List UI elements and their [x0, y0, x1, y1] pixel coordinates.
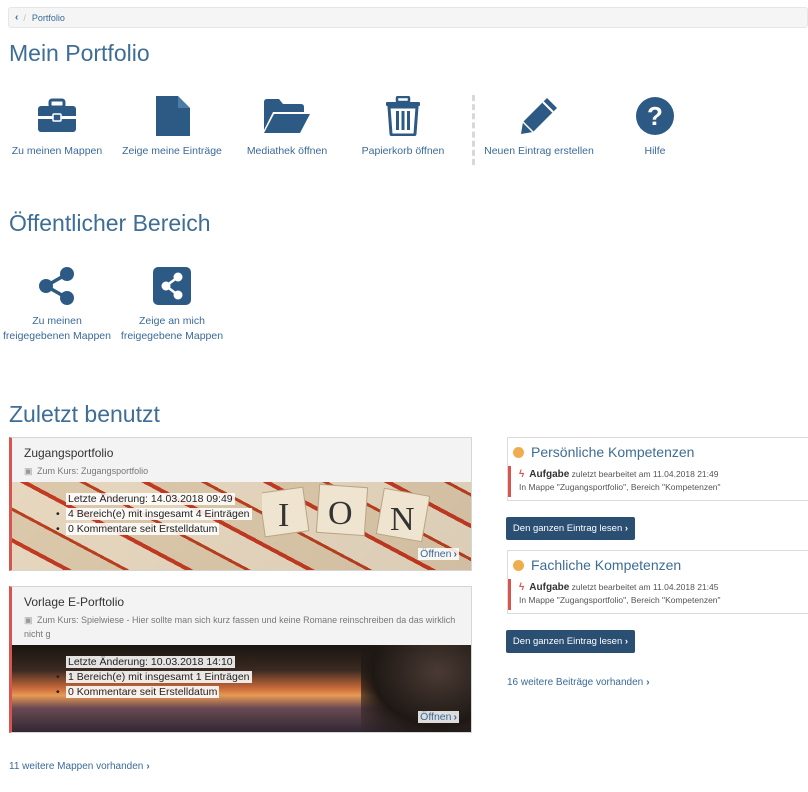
tool-media-library[interactable]: Mediathek öffnen: [232, 96, 342, 159]
folder-stat: •Letzte Änderung: 10.03.2018 14:10: [66, 656, 235, 668]
share-icon: [39, 267, 74, 305]
tool-label: Neuen Eintrag erstellen: [484, 145, 594, 157]
svg-text:?: ?: [647, 101, 663, 131]
public-heading: Öffentlicher Bereich: [9, 210, 211, 236]
briefcase-icon: [38, 98, 76, 132]
tool-trash[interactable]: Papierkorb öffnen: [348, 96, 458, 159]
tool-label: Zu meinen Mappen: [11, 145, 103, 157]
more-entries-link[interactable]: 16 weitere Beiträge vorhanden ›: [507, 677, 650, 688]
folder-card[interactable]: Zugangsportfolio ▣ Zum Kurs: Zugangsport…: [9, 437, 472, 571]
entry-title[interactable]: Fachliche Kompetenzen: [531, 557, 681, 573]
entry-type: Aufgabe: [529, 582, 570, 593]
folder-course: ▣ Zum Kurs: Zugangsportfolio: [24, 464, 459, 478]
tool-label: Zeige meine Einträge: [122, 145, 222, 157]
status-dot-icon: [513, 446, 524, 458]
svg-text:O: O: [328, 495, 353, 532]
entry-edited: zuletzt bearbeitet am 11.04.2018 21:49: [571, 469, 719, 479]
chevron-right-icon: ›: [624, 636, 629, 647]
tool-help[interactable]: ? Hilfe: [600, 96, 710, 159]
entry-location: In Mappe "Zugangsportfolio", Bereich "Ko…: [519, 595, 721, 605]
folder-stat: • 0 Kommentare seit Erstelldatum: [56, 523, 220, 535]
entry-card: Persönliche Kompetenzen ϟ Aufgabe zuletzt…: [507, 437, 808, 501]
cube-icon: ▣: [24, 615, 33, 625]
tool-shared-with-me[interactable]: Zeige an mich freigegebene Mappen: [117, 266, 227, 344]
back-chevron-icon[interactable]: ‹: [15, 12, 18, 23]
folder-stat: • 4 Bereich(e) mit insgesamt 4 Einträgen: [56, 508, 252, 520]
share-square-icon: [153, 267, 191, 305]
status-dot-icon: [513, 559, 524, 571]
folder-card[interactable]: Vorlage E-Porftolio ▣ Zum Kurs: Spielwie…: [9, 586, 472, 733]
folder-stat: • 1 Bereich(e) mit insgesamt 1 Einträgen: [56, 671, 252, 683]
folder-title[interactable]: Vorlage E-Porftolio: [24, 595, 459, 609]
help-icon: ?: [636, 97, 674, 135]
cube-icon: ▣: [24, 466, 33, 476]
tool-label: Mediathek öffnen: [246, 145, 328, 157]
portfolio-heading: Mein Portfolio: [9, 40, 150, 66]
tool-label: Hilfe: [644, 145, 666, 157]
tool-label: Zu meinen freigegebenen Mappen: [2, 315, 111, 342]
folder-title[interactable]: Zugangsportfolio: [24, 446, 459, 460]
pencil-icon: [521, 98, 557, 134]
entry-type: Aufgabe: [529, 469, 570, 480]
entry-location: In Mappe "Zugangsportfolio", Bereich "Ko…: [519, 482, 721, 492]
read-entry-button[interactable]: Den ganzen Eintrag lesen ›: [506, 630, 635, 653]
tool-my-shared-folders[interactable]: Zu meinen freigegebenen Mappen: [2, 266, 112, 344]
folder-open-icon: [264, 99, 310, 133]
folder-course: ▣ Zum Kurs: Spielwiese - Hier sollte man…: [24, 613, 459, 641]
document-icon: [156, 96, 190, 136]
entry-card: Fachliche Kompetenzen ϟ Aufgabe zuletzt b…: [507, 550, 808, 614]
bolt-icon: ϟ: [519, 582, 525, 593]
recent-heading: Zuletzt benutzt: [9, 401, 160, 427]
chevron-right-icon: ›: [624, 523, 629, 534]
chevron-right-icon: ›: [453, 711, 458, 723]
trash-icon: [386, 96, 420, 136]
toolbar-divider: [472, 95, 475, 165]
open-folder-link[interactable]: Öffnen ›: [418, 548, 459, 560]
entry-title[interactable]: Persönliche Kompetenzen: [531, 444, 694, 460]
folder-course-text: Zum Kurs: Zugangsportfolio: [37, 466, 149, 476]
tool-new-entry[interactable]: Neuen Eintrag erstellen: [484, 96, 594, 159]
folder-image: •Letzte Änderung: 10.03.2018 14:10 •1 Be…: [12, 645, 471, 732]
chevron-right-icon: ›: [146, 761, 150, 772]
folder-course-text: Zum Kurs: Spielwiese - Hier sollte man s…: [24, 615, 456, 639]
breadcrumb: ‹ / Portfolio: [8, 7, 808, 28]
open-folder-link[interactable]: Öffnen ›: [418, 711, 459, 723]
breadcrumb-separator: /: [23, 12, 26, 23]
breadcrumb-current[interactable]: Portfolio: [32, 13, 65, 23]
tool-my-folders[interactable]: Zu meinen Mappen: [2, 96, 112, 159]
bolt-icon: ϟ: [519, 469, 525, 480]
tool-label: Papierkorb öffnen: [361, 145, 445, 157]
entry-edited: zuletzt bearbeitet am 11.04.2018 21:45: [571, 582, 719, 592]
tool-label: Zeige an mich freigegebene Mappen: [120, 315, 224, 342]
entry-body: ϟ Aufgabe zuletzt bearbeitet am 11.04.201…: [508, 466, 808, 497]
read-entry-button[interactable]: Den ganzen Eintrag lesen ›: [506, 517, 635, 540]
folder-image: I O N •Letzte Änderung: 14.03.2018 09:49…: [12, 482, 471, 570]
folder-stats: •Letzte Änderung: 14.03.2018 09:49 •4 Be…: [56, 492, 252, 537]
svg-text:I: I: [278, 497, 289, 534]
tool-my-entries[interactable]: Zeige meine Einträge: [117, 96, 227, 159]
folder-stat: •Letzte Änderung: 14.03.2018 09:49: [66, 493, 235, 505]
folder-stat: • 0 Kommentare seit Erstelldatum: [56, 686, 220, 698]
svg-text:N: N: [390, 501, 415, 538]
chevron-right-icon: ›: [646, 677, 650, 688]
chevron-right-icon: ›: [453, 548, 458, 560]
folder-stats: •Letzte Änderung: 10.03.2018 14:10 •1 Be…: [56, 655, 252, 700]
more-folders-link[interactable]: 11 weitere Mappen vorhanden ›: [9, 761, 150, 772]
entry-body: ϟ Aufgabe zuletzt bearbeitet am 11.04.201…: [508, 579, 808, 610]
